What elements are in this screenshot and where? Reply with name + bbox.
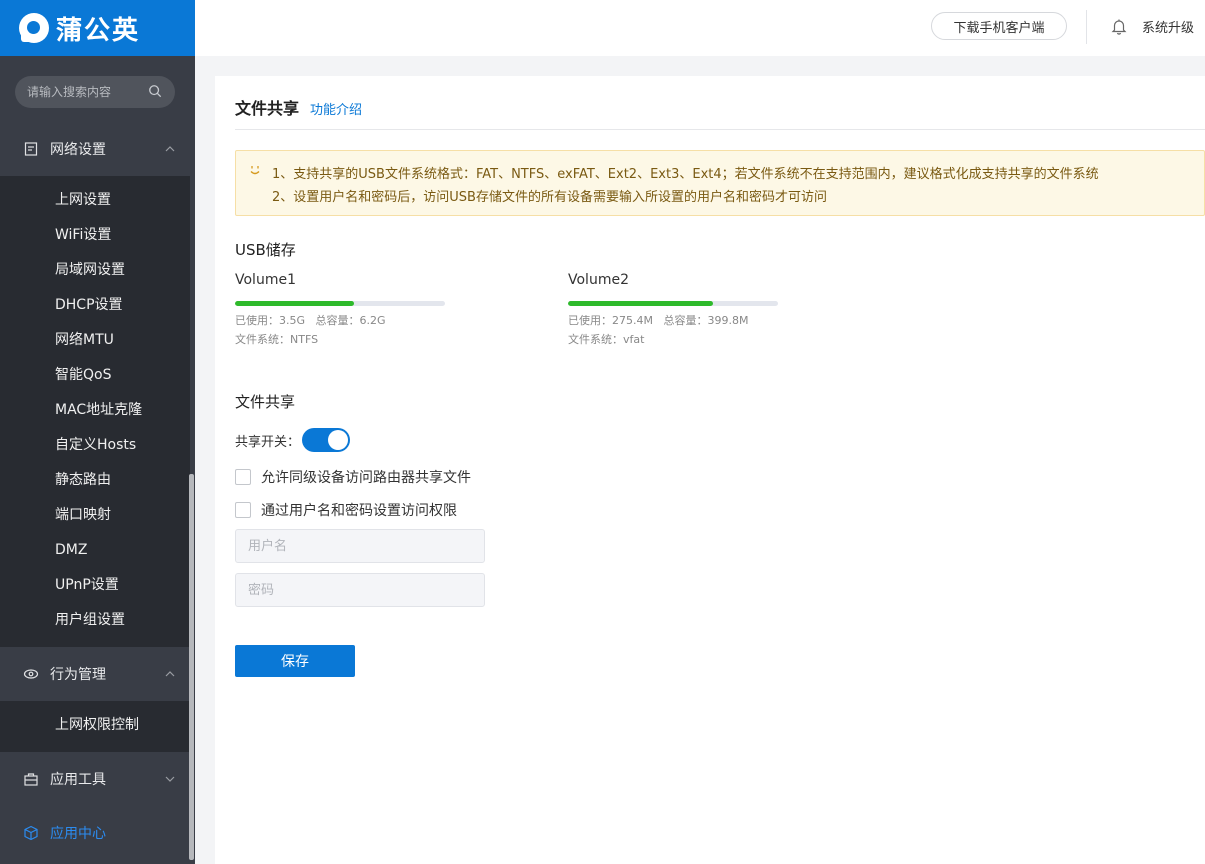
used-label: 已使用： bbox=[235, 314, 279, 327]
title-divider bbox=[235, 129, 1205, 130]
sidebar-submenu-behavior: 上网权限控制 bbox=[0, 701, 190, 752]
sidebar-item-hosts[interactable]: 自定义Hosts bbox=[0, 428, 190, 463]
brand-logo[interactable]: 蒲公英 bbox=[0, 0, 195, 56]
share-switch-row: 共享开关： bbox=[235, 428, 351, 452]
page-header: 文件共享 功能介绍 bbox=[235, 95, 362, 119]
sidebar-group-label: 应用工具 bbox=[50, 772, 106, 788]
sidebar-group-network[interactable]: 网络设置 bbox=[0, 122, 190, 176]
sidebar-group-label: 网络设置 bbox=[50, 142, 106, 158]
total-label: 总容量： bbox=[315, 314, 360, 327]
eye-icon bbox=[23, 669, 39, 679]
auth-access-row: 通过用户名和密码设置访问权限 bbox=[235, 500, 457, 520]
sidebar-submenu-network: 上网设置 WiFi设置 局域网设置 DHCP设置 网络MTU 智能QoS MAC… bbox=[0, 176, 190, 647]
notice-line-1: 1、支持共享的USB文件系统格式：FAT、NTFS、exFAT、Ext2、Ext… bbox=[272, 167, 1099, 182]
fs-label: 文件系统： bbox=[568, 333, 623, 346]
used-value: 275.4M bbox=[612, 314, 653, 327]
share-toggle[interactable] bbox=[302, 428, 351, 452]
cube-icon bbox=[24, 825, 38, 841]
sidebar-item-lan[interactable]: 局域网设置 bbox=[0, 253, 190, 288]
volume-name: Volume1 bbox=[235, 272, 296, 288]
sidebar-item-dmz[interactable]: DMZ bbox=[0, 533, 190, 568]
sidebar-search bbox=[15, 76, 175, 108]
volume-usage-bar bbox=[235, 301, 445, 306]
chevron-up-icon bbox=[165, 671, 175, 677]
fs-label: 文件系统： bbox=[235, 333, 290, 346]
sidebar-group-app-center[interactable]: 应用中心 bbox=[0, 806, 190, 860]
toolbox-icon bbox=[24, 773, 38, 786]
sidebar-item-wifi[interactable]: WiFi设置 bbox=[0, 218, 190, 253]
bell-icon[interactable] bbox=[1111, 18, 1127, 35]
same-level-access-label[interactable]: 允许同级设备访问路由器共享文件 bbox=[261, 467, 471, 487]
sidebar-group-label: 应用中心 bbox=[50, 826, 106, 842]
used-label: 已使用： bbox=[568, 314, 612, 327]
toggle-knob bbox=[328, 430, 349, 450]
password-field[interactable] bbox=[236, 574, 484, 606]
share-switch-label: 共享开关： bbox=[235, 434, 301, 450]
volume-fs-text: 文件系统：NTFS bbox=[235, 331, 318, 347]
sidebar-item-user-group[interactable]: 用户组设置 bbox=[0, 603, 190, 638]
feature-intro-link[interactable]: 功能介绍 bbox=[310, 99, 362, 118]
chevron-down-icon bbox=[165, 776, 175, 782]
fs-value: NTFS bbox=[290, 333, 319, 346]
sidebar-scrollbar[interactable] bbox=[189, 474, 194, 860]
save-button[interactable]: 保存 bbox=[235, 645, 355, 677]
main-content: 文件共享 功能介绍 1、支持共享的USB文件系统格式：FAT、NTFS、exFA… bbox=[215, 76, 1205, 864]
file-share-section-title: 文件共享 bbox=[235, 393, 296, 411]
brand-logo-icon bbox=[19, 13, 49, 43]
volume-usage-text: 已使用：3.5G 总容量：6.2G bbox=[235, 312, 386, 328]
sidebar-group-label: 行为管理 bbox=[50, 667, 106, 683]
sidebar-item-static-route[interactable]: 静态路由 bbox=[0, 463, 190, 498]
search-input[interactable] bbox=[27, 85, 145, 99]
chevron-up-icon bbox=[165, 146, 175, 152]
same-level-access-checkbox[interactable] bbox=[235, 469, 251, 485]
total-value: 399.8M bbox=[707, 314, 749, 327]
auth-access-checkbox[interactable] bbox=[235, 502, 251, 518]
password-field-wrap bbox=[235, 573, 485, 607]
sidebar-group-tools[interactable]: 应用工具 bbox=[0, 752, 190, 806]
sidebar-item-qos[interactable]: 智能QoS bbox=[0, 358, 190, 393]
volume-usage-text: 已使用：275.4M 总容量：399.8M bbox=[568, 312, 748, 328]
sidebar-item-access-control[interactable]: 上网权限控制 bbox=[0, 708, 190, 743]
sidebar-item-mac-clone[interactable]: MAC地址克隆 bbox=[0, 393, 190, 428]
notice-box: 1、支持共享的USB文件系统格式：FAT、NTFS、exFAT、Ext2、Ext… bbox=[235, 150, 1205, 216]
download-app-button[interactable]: 下载手机客户端 bbox=[931, 12, 1067, 40]
fs-value: vfat bbox=[623, 333, 645, 346]
sidebar-item-port-mapping[interactable]: 端口映射 bbox=[0, 498, 190, 533]
sidebar-item-dhcp[interactable]: DHCP设置 bbox=[0, 288, 190, 323]
volume-card: Volume1 已使用：3.5G 总容量：6.2G 文件系统：NTFS bbox=[235, 272, 465, 346]
smile-icon bbox=[250, 166, 260, 175]
same-level-access-row: 允许同级设备访问路由器共享文件 bbox=[235, 467, 471, 487]
sidebar-group-behavior[interactable]: 行为管理 bbox=[0, 647, 190, 701]
notice-line-2: 2、设置用户名和密码后，访问USB存储文件的所有设备需要输入所设置的用户名和密码… bbox=[272, 190, 827, 205]
total-value: 6.2G bbox=[359, 314, 386, 327]
search-icon[interactable] bbox=[148, 84, 162, 98]
total-label: 总容量： bbox=[663, 314, 708, 327]
username-field[interactable] bbox=[236, 530, 484, 562]
username-field-wrap bbox=[235, 529, 485, 563]
header-divider bbox=[1086, 10, 1087, 44]
sidebar: 蒲公英 网络设置 上网设置 WiFi设置 局域网设置 DHCP设置 网络MTU … bbox=[0, 0, 195, 864]
page-title: 文件共享 bbox=[235, 99, 300, 118]
volume-usage-fill bbox=[235, 301, 354, 306]
volume-usage-fill bbox=[568, 301, 713, 306]
used-value: 3.5G bbox=[279, 314, 306, 327]
brand-name: 蒲公英 bbox=[56, 15, 141, 46]
top-bar: 下载手机客户端 系统升级 bbox=[195, 0, 1205, 56]
usb-storage-title: USB储存 bbox=[235, 241, 296, 259]
document-icon bbox=[24, 142, 38, 156]
volume-card: Volume2 已使用：275.4M 总容量：399.8M 文件系统：vfat bbox=[568, 272, 798, 346]
volume-name: Volume2 bbox=[568, 272, 629, 288]
system-upgrade-link[interactable]: 系统升级 bbox=[1142, 17, 1194, 36]
sidebar-item-upnp[interactable]: UPnP设置 bbox=[0, 568, 190, 603]
sidebar-item-internet[interactable]: 上网设置 bbox=[0, 183, 190, 218]
auth-access-label[interactable]: 通过用户名和密码设置访问权限 bbox=[261, 500, 457, 520]
volume-fs-text: 文件系统：vfat bbox=[568, 331, 644, 347]
sidebar-item-mtu[interactable]: 网络MTU bbox=[0, 323, 190, 358]
volume-usage-bar bbox=[568, 301, 778, 306]
